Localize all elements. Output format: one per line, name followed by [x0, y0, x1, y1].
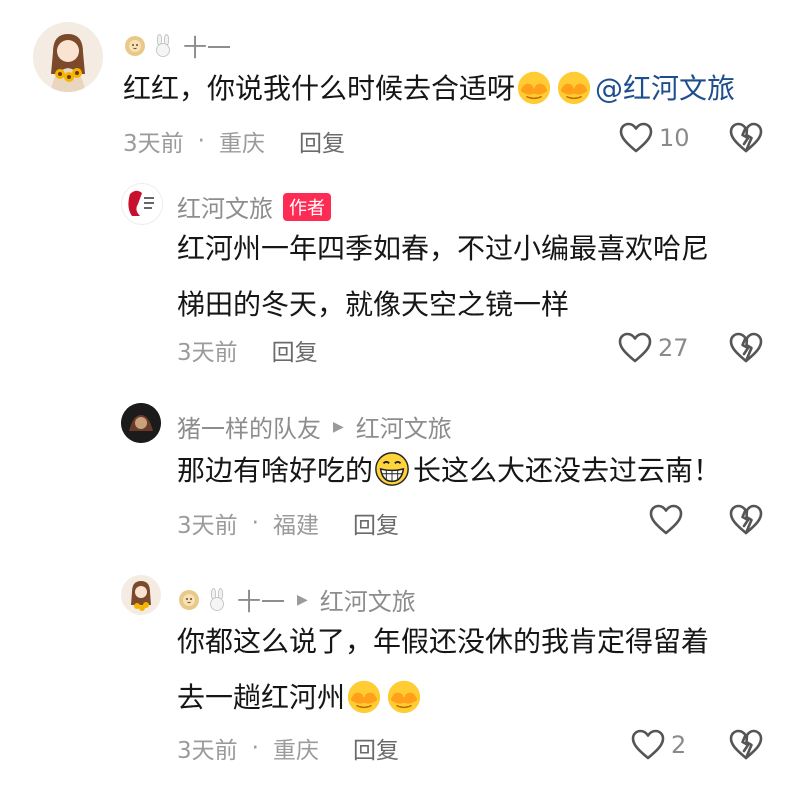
heart-icon [619, 122, 653, 154]
username[interactable]: 猪一样的队友 [177, 409, 321, 444]
like-button[interactable]: 10 [619, 122, 690, 154]
comment-meta: 3天前 · 重庆 回复 [123, 124, 345, 158]
comment-time: 3天前 [123, 131, 184, 157]
username[interactable]: 十一 [237, 582, 285, 617]
user-avatar[interactable] [33, 22, 103, 92]
reply-button[interactable]: 回复 [353, 731, 399, 765]
user-avatar[interactable] [121, 403, 161, 443]
heart-icon [631, 729, 665, 761]
like-count: 2 [671, 731, 687, 759]
comment-meta: 3天前 · 福建 回复 [177, 506, 399, 540]
lion-badge-icon [123, 34, 147, 58]
reply-arrow-icon: ▶ [333, 418, 344, 435]
reply-arrow-icon: ▶ [297, 591, 308, 608]
comment-text: 那边有啥好吃的 长这么大还没去过云南！ [177, 443, 721, 499]
rabbit-badge-icon [205, 588, 229, 612]
heart-icon [618, 332, 652, 364]
like-button[interactable] [649, 504, 683, 536]
cover-face-emoji-icon [345, 677, 383, 715]
comment-time: 3天前 [177, 340, 238, 366]
cover-face-emoji-icon [385, 677, 423, 715]
reply-button[interactable]: 回复 [272, 333, 318, 367]
cover-face-emoji-icon [555, 68, 593, 106]
rabbit-badge-icon [151, 34, 175, 58]
like-count: 27 [658, 334, 689, 362]
comment-time: 3天前 [177, 738, 238, 764]
comment-location: 福建 [272, 513, 319, 539]
comment-location: 重庆 [218, 131, 265, 157]
grin-face-emoji-icon [373, 450, 411, 488]
username[interactable]: 十一 [183, 28, 231, 63]
user-avatar[interactable] [121, 575, 161, 615]
reply-to-username[interactable]: 红河文旅 [320, 582, 416, 617]
comment-location: 重庆 [272, 738, 319, 764]
broken-heart-icon[interactable] [729, 729, 763, 761]
broken-heart-icon[interactable] [729, 122, 763, 154]
comment-author-row: 红河文旅 作者 [177, 189, 331, 224]
comment-time: 3天前 [177, 513, 238, 539]
comment-author-row: 十一 [123, 28, 231, 63]
author-tag: 作者 [283, 192, 331, 221]
cover-face-emoji-icon [515, 68, 553, 106]
lion-badge-icon [177, 588, 201, 612]
reply-button[interactable]: 回复 [299, 124, 345, 158]
comment-meta: 3天前 · 重庆 回复 [177, 731, 399, 765]
comment-text: 你都这么说了，年假还没休的我肯定得留着 去一趟红河州 [177, 625, 710, 715]
comment-author-row: 十一 ▶ 红河文旅 [177, 582, 416, 617]
comment-meta: 3天前 回复 [177, 333, 318, 367]
like-button[interactable]: 2 [631, 729, 686, 761]
broken-heart-icon[interactable] [729, 332, 763, 364]
comment-text: 红河州一年四季如春，不过小编最喜欢哈尼 梯田的冬天，就像天空之镜一样 [177, 232, 710, 321]
like-count: 10 [659, 124, 690, 152]
separator-dot: · [251, 510, 259, 536]
separator-dot: · [197, 128, 205, 154]
username[interactable]: 红河文旅 [177, 189, 273, 224]
author-avatar[interactable] [121, 183, 163, 225]
mention-link[interactable]: @红河文旅 [595, 72, 735, 105]
heart-icon [649, 504, 683, 536]
reply-button[interactable]: 回复 [353, 506, 399, 540]
like-button[interactable]: 27 [618, 332, 689, 364]
reply-to-username[interactable]: 红河文旅 [356, 409, 452, 444]
broken-heart-icon[interactable] [729, 504, 763, 536]
comment-text: 红红，你说我什么时候去合适呀 @红河文旅 [123, 61, 735, 117]
separator-dot: · [251, 735, 259, 761]
comment-author-row: 猪一样的队友 ▶ 红河文旅 [177, 409, 452, 444]
